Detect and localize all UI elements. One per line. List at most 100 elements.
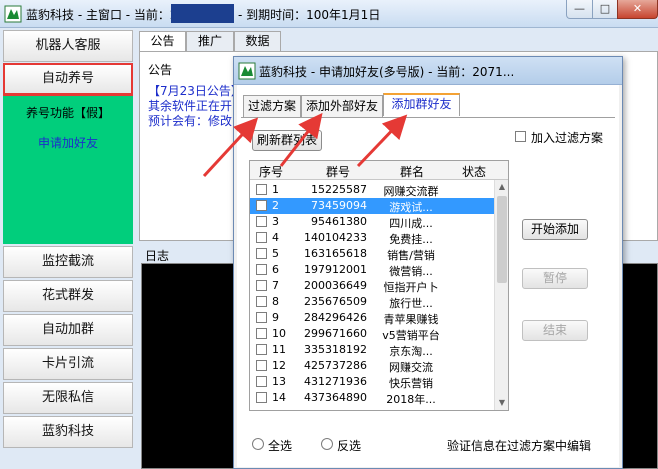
row-index: 7 xyxy=(272,279,279,292)
dialog-logo-icon xyxy=(238,62,256,80)
table-row[interactable]: 14 437364890 2018年... xyxy=(250,390,494,406)
row-group-id: 140104233 xyxy=(304,231,367,244)
row-index: 14 xyxy=(272,391,286,404)
table-row[interactable]: 9 284296426 青苹果赚钱 xyxy=(250,310,494,326)
maximize-button[interactable]: □ xyxy=(592,0,618,19)
table-row[interactable]: 12 425737286 网赚交流 xyxy=(250,358,494,374)
tab-add-group-friend[interactable]: 添加群好友 xyxy=(383,93,460,116)
sidebar-broadcast-button[interactable]: 花式群发 xyxy=(3,280,133,312)
column-header-group-name[interactable]: 群名 xyxy=(382,163,442,180)
row-group-name: 四川成... xyxy=(389,217,433,230)
join-filter-checkbox[interactable] xyxy=(515,131,526,142)
row-index: 2 xyxy=(272,199,279,212)
row-group-name: 京东淘... xyxy=(389,345,433,358)
row-group-id: 425737286 xyxy=(304,359,367,372)
tab-notice[interactable]: 公告 xyxy=(139,31,186,52)
scroll-up-icon[interactable]: ▲ xyxy=(495,180,508,194)
invert-select-radio[interactable] xyxy=(321,438,333,450)
scroll-thumb[interactable] xyxy=(497,196,507,283)
sidebar-robot-service-button[interactable]: 机器人客服 xyxy=(3,30,133,62)
tab-data[interactable]: 数据 xyxy=(234,31,281,51)
row-checkbox[interactable] xyxy=(256,184,267,195)
add-friend-link[interactable]: 申请加好友 xyxy=(3,134,133,151)
column-header-group-id[interactable]: 群号 xyxy=(308,163,368,180)
invert-select-label: 反选 xyxy=(337,439,362,453)
table-row[interactable]: 10 299671660 v5营销平台 xyxy=(250,326,494,342)
close-button[interactable]: ✕ xyxy=(617,0,658,19)
sidebar-auto-join-group-button[interactable]: 自动加群 xyxy=(3,314,133,346)
tab-add-external-friend[interactable]: 添加外部好友 xyxy=(301,95,383,117)
row-index: 11 xyxy=(272,343,286,356)
row-group-id: 284296426 xyxy=(304,311,367,324)
table-row[interactable]: 2 73459094 游戏试... xyxy=(250,198,494,214)
select-all-radio[interactable] xyxy=(252,438,264,450)
minimize-button[interactable]: — xyxy=(566,0,593,19)
row-group-name: 网赚交流群 xyxy=(383,185,439,198)
row-checkbox[interactable] xyxy=(256,376,267,387)
row-checkbox[interactable] xyxy=(256,328,267,339)
table-scrollbar[interactable]: ▲ ▼ xyxy=(494,180,508,410)
row-group-name: 游戏试... xyxy=(389,201,433,214)
row-checkbox[interactable] xyxy=(256,344,267,355)
table-row[interactable]: 3 95461380 四川成... xyxy=(250,214,494,230)
table-row[interactable]: 11 335318192 京东淘... xyxy=(250,342,494,358)
table-row[interactable]: 5 163165618 销售/营销 xyxy=(250,246,494,262)
sidebar-card-traffic-button[interactable]: 卡片引流 xyxy=(3,348,133,380)
sidebar-lanbao-button[interactable]: 蓝豹科技 xyxy=(3,416,133,448)
row-checkbox[interactable] xyxy=(256,392,267,403)
sidebar-private-message-button[interactable]: 无限私信 xyxy=(3,382,133,414)
verify-info-note: 验证信息在过滤方案中编辑 xyxy=(447,439,592,453)
row-group-id: 235676509 xyxy=(304,295,367,308)
log-title: 日志 xyxy=(145,249,170,263)
row-index: 1 xyxy=(272,183,279,196)
row-checkbox[interactable] xyxy=(256,232,267,243)
row-group-name: 青苹果赚钱 xyxy=(383,313,439,326)
row-group-id: 15225587 xyxy=(311,183,367,196)
main-title-expiry: - 到期时间：100年1月1日 xyxy=(238,8,381,22)
row-checkbox[interactable] xyxy=(256,248,267,259)
row-checkbox[interactable] xyxy=(256,360,267,371)
row-index: 4 xyxy=(272,231,279,244)
table-row[interactable]: 7 200036649 恒指开户卜 xyxy=(250,278,494,294)
table-row[interactable]: 13 431271936 快乐营销 xyxy=(250,374,494,390)
tab-promotion[interactable]: 推广 xyxy=(186,31,234,51)
row-group-name: 2018年... xyxy=(386,393,436,406)
row-group-id: 299671660 xyxy=(304,327,367,340)
row-checkbox[interactable] xyxy=(256,264,267,275)
row-index: 9 xyxy=(272,311,279,324)
column-header-index[interactable]: 序号 xyxy=(256,163,286,180)
sidebar-monitor-button[interactable]: 监控截流 xyxy=(3,246,133,278)
tab-filter-scheme[interactable]: 过滤方案 xyxy=(243,95,301,117)
start-add-button[interactable]: 开始添加 xyxy=(522,219,588,240)
table-row[interactable]: 4 140104233 免费挂... xyxy=(250,230,494,246)
row-group-id: 163165618 xyxy=(304,247,367,260)
stop-button[interactable]: 结束 xyxy=(522,320,588,341)
notice-line: 预计会有：修改 xyxy=(148,114,233,128)
row-index: 3 xyxy=(272,215,279,228)
scroll-down-icon[interactable]: ▼ xyxy=(495,396,508,410)
table-row[interactable]: 1 15225587 网赚交流群 xyxy=(250,182,494,198)
row-index: 8 xyxy=(272,295,279,308)
row-checkbox[interactable] xyxy=(256,216,267,227)
row-checkbox[interactable] xyxy=(256,296,267,307)
row-index: 5 xyxy=(272,247,279,260)
row-group-id: 197912001 xyxy=(304,263,367,276)
row-group-name: v5营销平台 xyxy=(382,329,440,342)
pause-button[interactable]: 暂停 xyxy=(522,268,588,289)
column-header-status[interactable]: 状态 xyxy=(456,163,492,180)
main-title-bar: 蓝豹科技 - 主窗口 - 当前：2 - 到期时间：100年1月1日 — □ ✕ xyxy=(0,0,658,28)
dialog-title-bar[interactable]: 蓝豹科技 - 申请加好友(多号版) - 当前：2071... xyxy=(234,57,622,85)
row-checkbox[interactable] xyxy=(256,200,267,211)
row-index: 12 xyxy=(272,359,286,372)
row-checkbox[interactable] xyxy=(256,280,267,291)
row-group-name: 恒指开户卜 xyxy=(383,281,439,294)
refresh-group-list-button[interactable]: 刷新群列表 xyxy=(252,130,322,151)
table-row[interactable]: 8 235676509 旅行世... xyxy=(250,294,494,310)
row-index: 6 xyxy=(272,263,279,276)
row-group-id: 335318192 xyxy=(304,343,367,356)
main-title-text: 蓝豹科技 - 主窗口 - 当前：2 xyxy=(26,8,178,22)
table-row[interactable]: 6 197912001 微营销... xyxy=(250,262,494,278)
row-checkbox[interactable] xyxy=(256,312,267,323)
row-group-name: 销售/营销 xyxy=(387,249,435,262)
row-group-name: 快乐营销 xyxy=(389,377,433,390)
